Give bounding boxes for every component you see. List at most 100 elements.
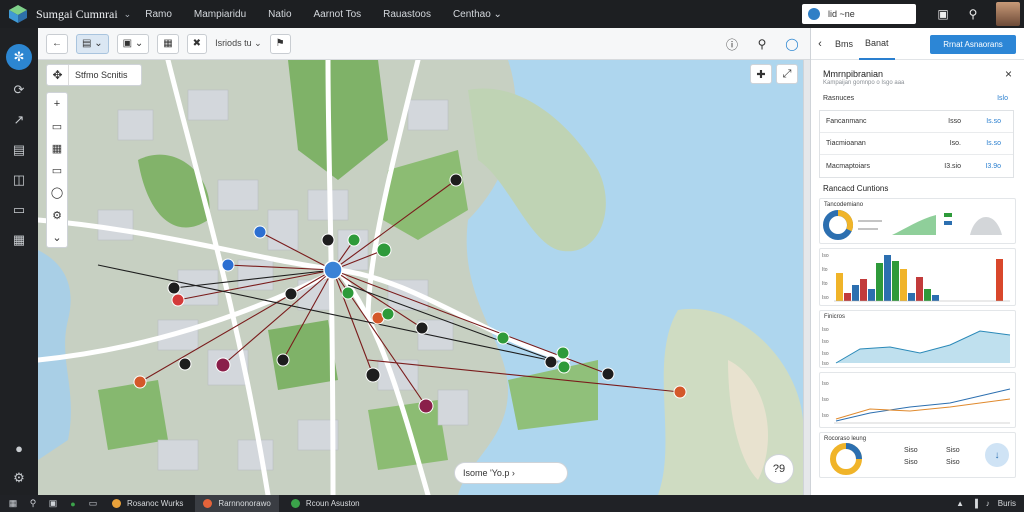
expand-icon[interactable]: ⤢ [776,64,798,84]
layers-button[interactable]: ▤ ⌄ [76,33,109,54]
menu-item-contact-label: Centhao [452,8,491,20]
taskbar-app[interactable]: Rarnnonorawo [195,495,279,512]
settings-icon[interactable]: ⚙ [9,468,29,488]
map-toolbar: ← ▤ ⌄ ▣ ⌄ ▦ ✖ Isriods tu ⌄ ⚑ ⓘ ⚲ ◯ [38,28,810,60]
stamp-icon[interactable]: ▦ [157,33,179,54]
map-search[interactable]: ✥ Stfmo Scnitis [46,64,142,86]
map-settings-icon[interactable]: ⚙ [47,204,67,226]
taskbar-app-label: Rosanoc Wurks [127,499,184,508]
book-icon[interactable]: ◫ [9,170,29,190]
table-cell-value: Isso [948,118,961,125]
route-icon[interactable]: ⟳ [9,80,29,100]
gallery-icon[interactable]: ▤ [9,140,29,160]
comment-icon[interactable]: ▭ [47,160,67,182]
search-icon[interactable]: ⚲ [965,6,981,22]
taskbar-app[interactable]: Rcoun Asuston [283,495,368,512]
download-icon[interactable]: ↓ [985,443,1009,467]
map-help-button[interactable]: ?9 [764,454,794,484]
battery-icon[interactable]: ▐ [972,499,978,508]
measure-icon[interactable]: ▦ [47,137,67,159]
back-icon[interactable]: ← [46,33,68,54]
summary-label: Rasnuces [823,94,855,102]
app-dot-icon [112,499,121,508]
menu-item-mapping[interactable]: Mampiaridu [194,9,246,20]
menu-item-resources[interactable]: Rauastoos [383,9,431,20]
card-title: Tancodemiano [824,202,864,208]
taskbar-app[interactable]: Rosanoc Wurks [104,495,191,512]
select-button[interactable]: ▣ ⌄ [116,33,150,54]
chevron-down-icon[interactable]: ⌄ [124,9,132,20]
menu-item-data[interactable]: Natio [268,9,291,20]
chart-icon[interactable]: ↗ [9,110,29,130]
note-icon[interactable]: ▭ [47,115,67,137]
menu-item-analytics[interactable]: Aarnot Tos [314,9,362,20]
chat-bubble-icon[interactable]: ◯ [47,182,67,204]
app-logo-icon [9,5,27,23]
clock[interactable]: Buris [998,499,1016,508]
app-dot-icon [203,499,213,508]
bar-chart: Iso Ito Ito Iso [822,253,1010,302]
doc-icon[interactable]: ▭ [9,200,29,220]
search-icon[interactable]: ⚲ [26,497,40,511]
axis-tick: Iso [822,339,829,345]
flag-icon[interactable]: ⚑ [269,33,291,54]
app-title[interactable]: Sumgai Cumnrai [36,7,118,22]
search-badge-icon [808,8,820,20]
map-scrollbar[interactable] [803,60,810,495]
table-row[interactable]: Fancanmanc Isso Is.so [820,111,1013,133]
panel-title: Mmrnpibranian [823,69,884,79]
table-cell-label: Tiacmioanan [826,140,866,147]
table-cell-link[interactable]: Is.so [986,140,1001,147]
tab-banat[interactable]: Banat [859,28,895,60]
volume-icon[interactable]: ♪ [986,499,990,508]
map-search-text: Stfmo Scnitis [75,70,128,80]
tray-up-icon[interactable]: ▲ [956,499,964,508]
info-icon[interactable]: ⓘ [722,34,742,54]
shield-icon[interactable]: ◯ [782,34,802,54]
table-cell-value: Iso. [949,140,961,147]
table-cell-label: Macmaptoiars [826,162,870,170]
store-icon[interactable]: ● [66,497,80,511]
pin-icon[interactable]: ⚲ [752,34,772,54]
chat-icon[interactable]: ● [9,438,29,458]
map-side-tools: + ▭ ▦ ▭ ◯ ⚙ ⌄ [46,92,68,248]
menu-item-contact[interactable]: Centhao ⌄ [453,9,502,20]
bar-chart-card: Iso Ito Ito Iso [819,248,1016,306]
close-icon[interactable]: × [1005,67,1012,81]
compass-icon[interactable]: ✼ [6,44,32,70]
bottom-card: Rocoraso leung Siso Siso Siso Siso ↓ [819,432,1016,478]
windows-start-icon[interactable]: ▦ [6,497,20,511]
table-cell-link[interactable]: Is.so [986,118,1001,125]
axis-tick: Iso [822,351,829,357]
primary-action-button[interactable]: Rrnat Asnaorans [930,35,1016,54]
tools-icon[interactable]: ✖ [186,33,208,54]
files-icon[interactable]: ▭ [86,497,100,511]
main-menu: Ramo Mampiaridu Natio Aarnot Tos Rauasto… [145,9,524,20]
system-tray: ▲ ▐ ♪ Buris [948,495,1016,512]
tab-bms[interactable]: Bms [829,28,859,60]
data-icon[interactable]: ▦ [9,230,29,250]
metrics-table: Fancanmanc Isso Is.so Tiacmioanan Iso. I… [819,110,1014,178]
map-status-pill[interactable]: Isome 'Yo.p › [454,462,568,484]
layout-icon[interactable]: ▣ [935,6,951,22]
overview-card: Tancodemiano [819,198,1016,244]
toolbar-dropdown-label: Isriods tu [215,38,252,48]
crosshair-icon[interactable]: ✚ [750,64,772,84]
map-canvas[interactable]: ✥ Stfmo Scnitis + ▭ ▦ ▭ ◯ ⚙ ⌄ ✚ ⤢ Isome … [38,60,803,495]
toolbar-right: ⓘ ⚲ ◯ [712,34,802,54]
table-row[interactable]: Macmaptoiars I3.sio I3.9o [820,155,1013,177]
menu-item-home[interactable]: Ramo [145,9,172,20]
toolbar-dropdown[interactable]: Isriods tu ⌄ [215,38,262,49]
axis-tick: Iso [822,327,829,333]
table-row[interactable]: Tiacmioanan Iso. Is.so [820,133,1013,155]
chevron-down-icon[interactable]: ⌄ [47,226,67,248]
table-cell-link[interactable]: I3.9o [985,163,1001,170]
global-search[interactable]: lid ~ne [802,4,916,24]
zoom-in-icon[interactable]: + [47,93,67,115]
axis-tick: Ito [822,281,828,287]
taskview-icon[interactable]: ▣ [46,497,60,511]
move-icon[interactable]: ✥ [47,65,69,85]
chevron-left-icon[interactable]: ‹ [811,38,829,50]
avatar[interactable] [996,2,1020,26]
summary-value: Islo [997,94,1008,102]
